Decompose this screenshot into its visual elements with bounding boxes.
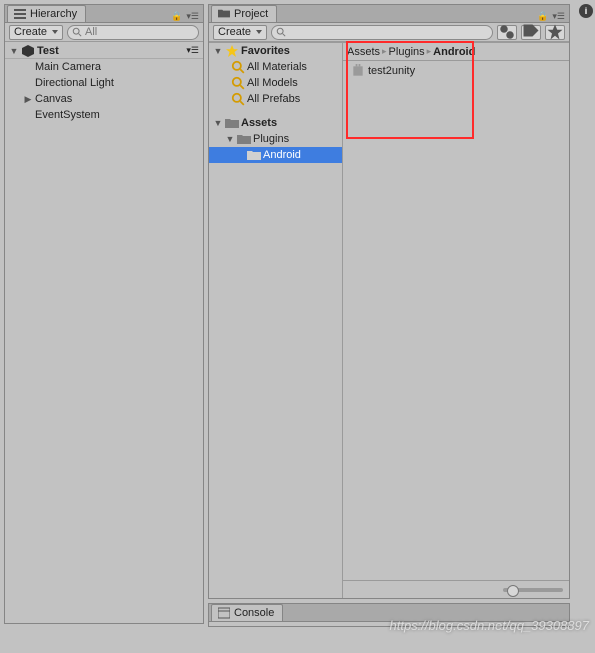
project-content: Assets ▸ Plugins ▸ Android test2unity: [343, 43, 569, 598]
project-tree: Favorites All Materials All Models All P…: [209, 43, 343, 598]
favorites-item[interactable]: All Models: [209, 75, 342, 91]
scene-row[interactable]: Test ▾☰: [5, 43, 203, 59]
item-label: All Prefabs: [247, 93, 300, 105]
console-tab[interactable]: Console: [211, 604, 283, 621]
folder-icon: [237, 132, 251, 146]
icon-size-slider[interactable]: [503, 588, 563, 592]
asset-item[interactable]: test2unity: [345, 63, 567, 79]
filter-label-button[interactable]: [521, 25, 541, 40]
plugin-icon: [351, 64, 365, 78]
tree-item-android[interactable]: Android: [209, 147, 342, 163]
tree-item-plugins[interactable]: Plugins: [209, 131, 342, 147]
breadcrumb: Assets ▸ Plugins ▸ Android: [343, 43, 569, 61]
create-label: Create: [14, 26, 47, 38]
expand-arrow-icon[interactable]: [23, 94, 33, 105]
console-tab-label: Console: [234, 607, 274, 619]
search-icon: [276, 27, 286, 37]
hierarchy-item[interactable]: Directional Light: [5, 75, 203, 91]
create-dropdown[interactable]: Create: [213, 25, 267, 40]
asset-area[interactable]: test2unity: [343, 61, 569, 580]
panel-menu-icon[interactable]: ▾☰: [552, 11, 565, 22]
filter-type-button[interactable]: [497, 25, 517, 40]
project-toolbar: Create: [209, 23, 569, 42]
favorites-item[interactable]: All Prefabs: [209, 91, 342, 107]
item-label: Main Camera: [35, 61, 101, 73]
unity-logo-icon: [21, 44, 35, 58]
favorites-item[interactable]: All Materials: [209, 59, 342, 75]
favorites-row[interactable]: Favorites: [209, 43, 342, 59]
create-label: Create: [218, 26, 251, 38]
scene-name: Test: [37, 45, 59, 57]
hierarchy-item[interactable]: Canvas: [5, 91, 203, 107]
folder-icon: [247, 148, 261, 162]
search-saved-icon: [231, 92, 245, 106]
assets-label: Assets: [241, 117, 277, 129]
project-search[interactable]: [271, 25, 493, 40]
hierarchy-tab-strip: Hierarchy 🔒 ▾☰: [5, 5, 203, 23]
star-icon: [225, 44, 239, 58]
asset-label: test2unity: [368, 65, 415, 77]
expand-arrow-icon[interactable]: [213, 46, 223, 56]
hierarchy-tab[interactable]: Hierarchy: [7, 5, 86, 22]
save-filter-button[interactable]: [545, 25, 565, 40]
item-label: EventSystem: [35, 109, 100, 121]
search-icon: [72, 27, 82, 37]
expand-arrow-icon[interactable]: [213, 118, 223, 128]
search-placeholder: All: [85, 26, 97, 38]
project-footer: [343, 580, 569, 598]
chevron-right-icon: ▸: [382, 46, 387, 57]
chevron-right-icon: ▸: [427, 46, 432, 57]
info-badge[interactable]: i: [579, 4, 593, 18]
lock-icon[interactable]: 🔒: [171, 11, 182, 22]
console-icon: [218, 607, 230, 619]
item-label: Plugins: [253, 133, 289, 145]
item-label: Directional Light: [35, 77, 114, 89]
hierarchy-panel: Hierarchy 🔒 ▾☰ Create All Test: [4, 4, 204, 624]
folder-icon: [225, 116, 239, 130]
expand-arrow-icon[interactable]: [9, 46, 19, 56]
expand-arrow-icon[interactable]: [225, 134, 235, 144]
item-label: All Models: [247, 77, 298, 89]
project-tab-strip: Project 🔒 ▾☰: [209, 5, 569, 23]
create-dropdown[interactable]: Create: [9, 25, 63, 40]
lock-icon[interactable]: 🔒: [537, 11, 548, 22]
assets-row[interactable]: Assets: [209, 115, 342, 131]
search-saved-icon: [231, 60, 245, 74]
hierarchy-item[interactable]: EventSystem: [5, 107, 203, 123]
hierarchy-toolbar: Create All: [5, 23, 203, 42]
folder-icon: [218, 8, 230, 20]
panel-menu-icon[interactable]: ▾☰: [186, 11, 199, 22]
breadcrumb-part[interactable]: Assets: [347, 46, 380, 58]
breadcrumb-part[interactable]: Plugins: [389, 46, 425, 58]
hierarchy-icon: [14, 8, 26, 20]
project-tab-label: Project: [234, 8, 268, 20]
favorites-label: Favorites: [241, 45, 290, 57]
hierarchy-tree: Test ▾☰ Main Camera Directional Light Ca…: [5, 42, 203, 623]
hierarchy-tab-label: Hierarchy: [30, 8, 77, 20]
search-saved-icon: [231, 76, 245, 90]
hierarchy-search[interactable]: All: [67, 25, 199, 40]
console-panel: Console: [208, 603, 570, 627]
project-panel: Project 🔒 ▾☰ Create: [208, 4, 570, 599]
item-label: All Materials: [247, 61, 307, 73]
breadcrumb-part[interactable]: Android: [433, 46, 475, 58]
project-tab[interactable]: Project: [211, 5, 277, 22]
item-label: Android: [263, 149, 301, 161]
scene-menu-icon[interactable]: ▾☰: [186, 45, 203, 56]
hierarchy-item[interactable]: Main Camera: [5, 59, 203, 75]
item-label: Canvas: [35, 93, 72, 105]
